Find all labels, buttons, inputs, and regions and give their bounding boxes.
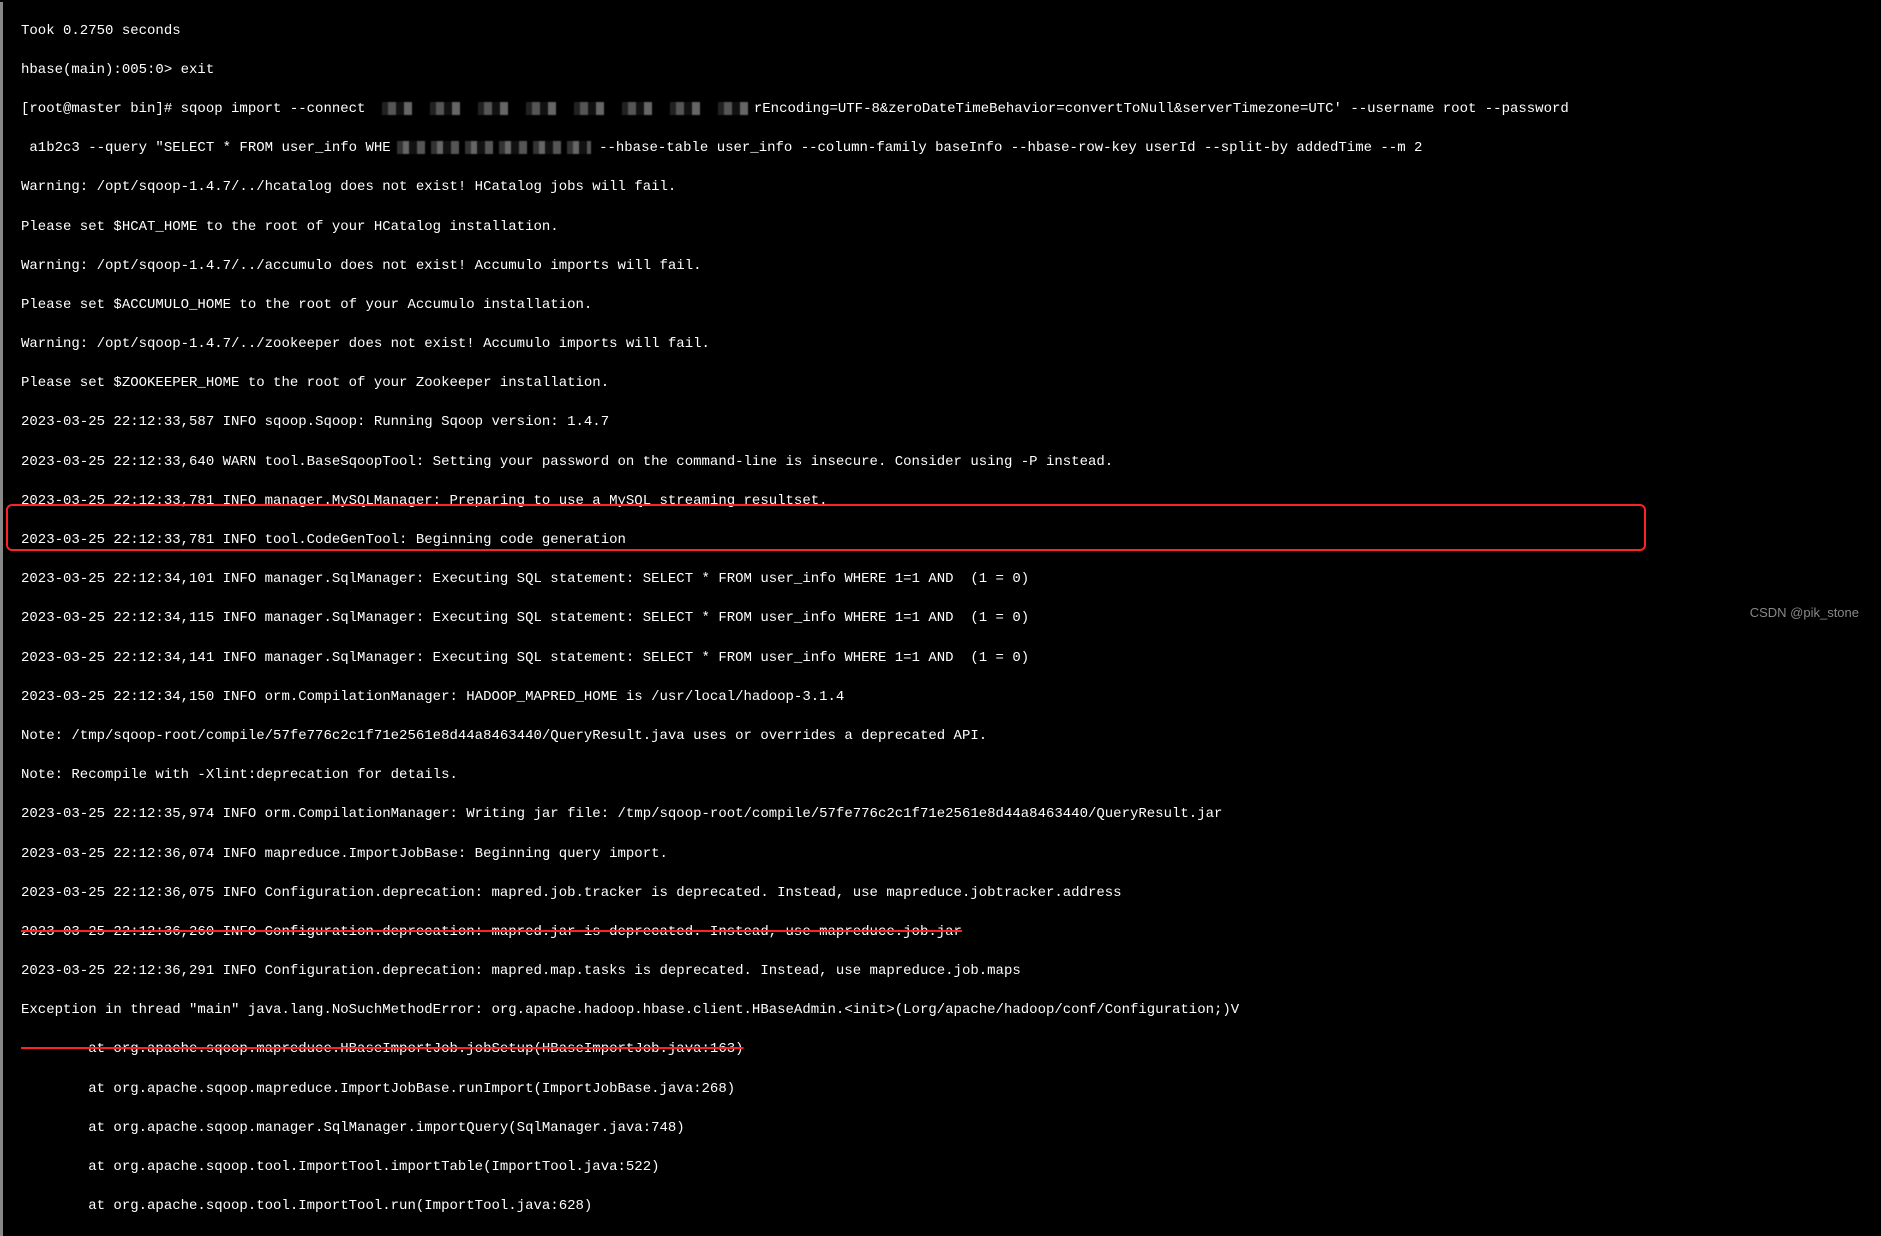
log-line: at org.apache.sqoop.tool.ImportTool.impo… [21,1158,1881,1178]
log-line: Please set $ZOOKEEPER_HOME to the root o… [21,374,1881,394]
log-line: at org.apache.sqoop.mapreduce.ImportJobB… [21,1080,1881,1100]
log-line: at org.apache.sqoop.tool.ImportTool.run(… [21,1197,1881,1217]
log-line: 2023-03-25 22:12:34,141 INFO manager.Sql… [21,649,1881,669]
log-line: 2023-03-25 22:12:36,074 INFO mapreduce.I… [21,845,1881,865]
cmd-head: a1b2c3 --query "SELECT * FROM user_info … [21,140,391,156]
log-line: Warning: /opt/sqoop-1.4.7/../accumulo do… [21,257,1881,277]
terminal-output: Took 0.2750 seconds hbase(main):005:0> e… [0,2,1881,1236]
log-line: a1b2c3 --query "SELECT * FROM user_info … [21,139,1881,159]
watermark-text: CSDN @pik_stone [1750,604,1859,622]
log-line: hbase(main):005:0> exit [21,61,1881,81]
log-line: Warning: /opt/sqoop-1.4.7/../hcatalog do… [21,178,1881,198]
log-line: 2023-03-25 22:12:34,115 INFO manager.Sql… [21,609,1881,629]
redacted-query-fragment [391,141,591,154]
log-line: Please set $ACCUMULO_HOME to the root of… [21,296,1881,316]
log-line-highlighted: 2023-03-25 22:12:36,291 INFO Configurati… [21,962,1881,982]
prompt-text: [root@master bin]# sqoop import --connec… [21,101,374,117]
log-line: 2023-03-25 22:12:36,075 INFO Configurati… [21,884,1881,904]
log-line: Note: /tmp/sqoop-root/compile/57fe776c2c… [21,727,1881,747]
log-line: Took 0.2750 seconds [21,22,1881,42]
log-line-struck: 2023-03-25 22:12:36,260 INFO Configurati… [21,923,1881,943]
redacted-connection-string [374,102,754,115]
log-line: 2023-03-25 22:12:35,974 INFO orm.Compila… [21,805,1881,825]
log-line: 2023-03-25 22:12:33,587 INFO sqoop.Sqoop… [21,413,1881,433]
log-line: 2023-03-25 22:12:33,781 INFO manager.MyS… [21,492,1881,512]
log-line: 2023-03-25 22:12:33,781 INFO tool.CodeGe… [21,531,1881,551]
cmd-tail: rEncoding=UTF-8&zeroDateTimeBehavior=con… [754,101,1569,117]
log-line: Note: Recompile with -Xlint:deprecation … [21,766,1881,786]
log-line: 2023-03-25 22:12:33,640 WARN tool.BaseSq… [21,453,1881,473]
log-line: 2023-03-25 22:12:34,150 INFO orm.Compila… [21,688,1881,708]
log-line: [root@master bin]# sqoop import --connec… [21,100,1881,120]
log-line: at org.apache.sqoop.manager.SqlManager.i… [21,1119,1881,1139]
log-line-struck: at org.apache.sqoop.mapreduce.HBaseImpor… [21,1040,1881,1060]
log-line-highlighted: Exception in thread "main" java.lang.NoS… [21,1001,1881,1021]
log-line: Please set $HCAT_HOME to the root of you… [21,218,1881,238]
log-line: Warning: /opt/sqoop-1.4.7/../zookeeper d… [21,335,1881,355]
cmd-tail: --hbase-table user_info --column-family … [591,140,1423,156]
log-line: 2023-03-25 22:12:34,101 INFO manager.Sql… [21,570,1881,590]
